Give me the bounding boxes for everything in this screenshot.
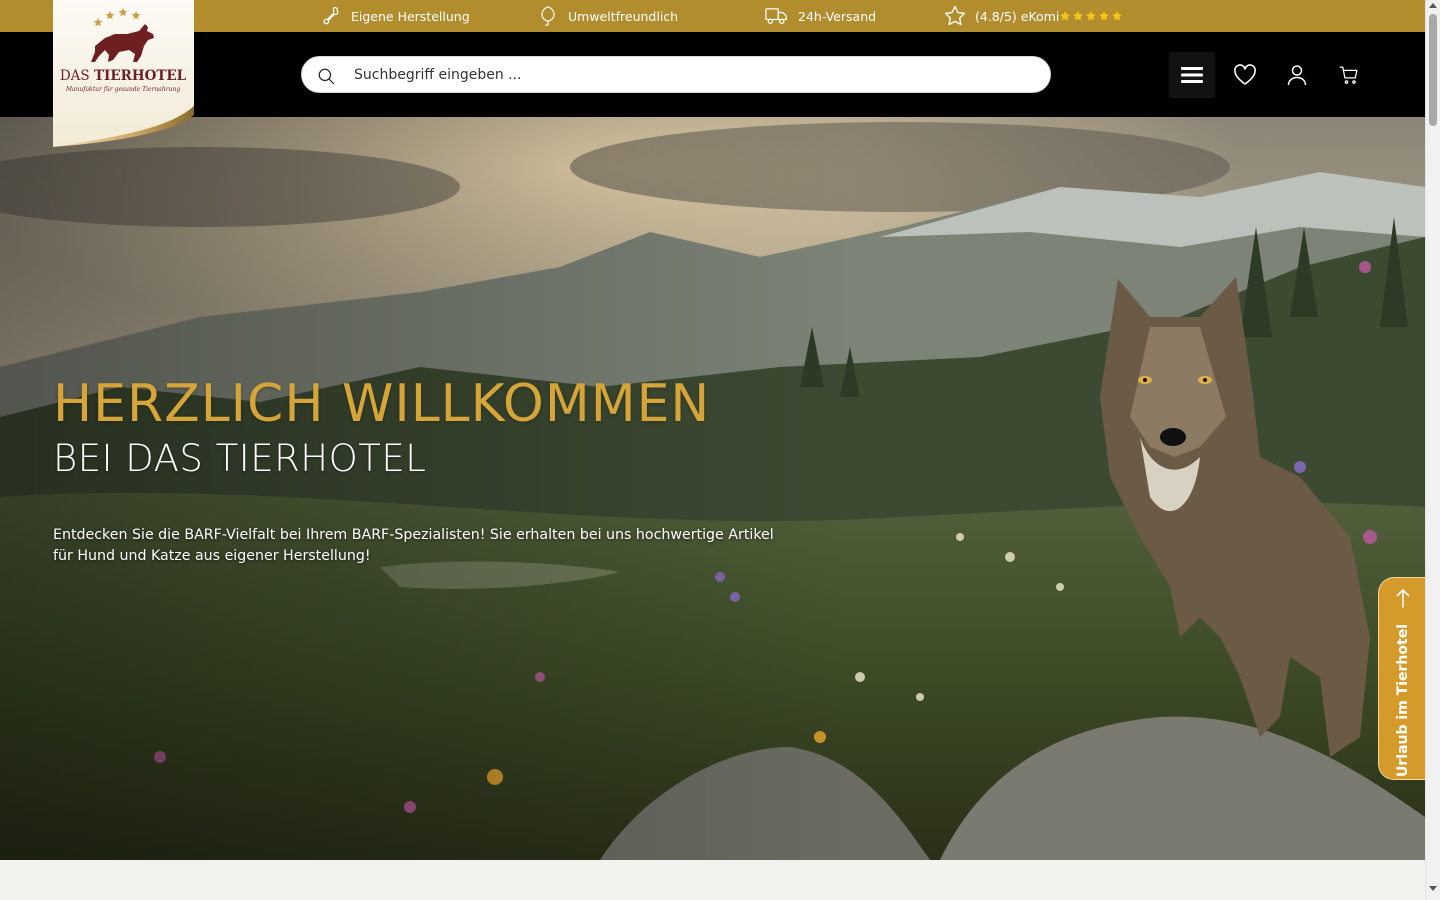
search-icon[interactable] xyxy=(317,67,335,89)
user-icon xyxy=(1287,65,1307,86)
content-section xyxy=(0,860,1425,900)
scroll-down-arrow[interactable] xyxy=(1429,886,1437,891)
account-button[interactable] xyxy=(1274,52,1320,98)
leaf-icon xyxy=(538,5,558,27)
truck-icon xyxy=(765,6,788,26)
hero-banner: HERZLICH WILLKOMMEN BEI DAS TIERHOTEL En… xyxy=(0,117,1425,860)
bone-icon xyxy=(320,6,341,27)
search-bar xyxy=(301,56,1051,93)
usp-shipping-label: 24h-Versand xyxy=(798,8,877,24)
scroll-up-arrow[interactable] xyxy=(1429,3,1437,8)
menu-button[interactable] xyxy=(1169,52,1215,98)
scroll-thumb[interactable] xyxy=(1429,14,1437,126)
urlaub-im-tierhotel-tab[interactable]: Urlaub im Tierhotel xyxy=(1378,577,1425,780)
hero-description: Entdecken Sie die BARF-Vielfalt bei Ihre… xyxy=(53,527,774,564)
star-outline-icon xyxy=(943,4,967,28)
ekomi-rating[interactable]: (4.8/5) eKomi xyxy=(943,0,1123,32)
page: Eigene Herstellung Umweltfreundlich 24h-… xyxy=(0,0,1440,900)
wishlist-button[interactable] xyxy=(1222,52,1268,98)
hero-background-image xyxy=(0,117,1425,860)
scrollbar[interactable] xyxy=(1425,0,1440,900)
hero-title: HERZLICH WILLKOMMEN xyxy=(53,374,711,434)
heart-icon xyxy=(1234,64,1256,85)
usp-manufacturing-label: Eigene Herstellung xyxy=(351,8,470,24)
rating-text: (4.8/5) eKomi xyxy=(975,8,1060,24)
logo[interactable]: DAS TIERHOTEL Manufaktur für gesunde Tie… xyxy=(53,0,194,147)
usp-eco: Umweltfreundlich xyxy=(538,0,678,32)
menu-icon xyxy=(1181,67,1203,83)
cart-icon xyxy=(1339,66,1358,84)
side-tab-label: Urlaub im Tierhotel xyxy=(1394,624,1411,777)
search-input[interactable] xyxy=(354,57,1034,92)
hero-subtitle: BEI DAS TIERHOTEL xyxy=(53,437,427,480)
star-icon xyxy=(1060,11,1071,21)
svg-text:DAS TIERHOTEL: DAS TIERHOTEL xyxy=(60,68,187,84)
site-header xyxy=(0,32,1425,117)
star-icon xyxy=(1112,11,1123,21)
usp-eco-label: Umweltfreundlich xyxy=(568,8,679,24)
star-icon xyxy=(1099,11,1110,21)
rating-stars xyxy=(1059,10,1123,22)
arrow-up-icon xyxy=(1396,588,1410,612)
usp-shipping: 24h-Versand xyxy=(765,0,876,32)
star-icon xyxy=(1073,11,1084,21)
star-icon xyxy=(1086,11,1097,21)
usp-manufacturing: Eigene Herstellung xyxy=(320,0,470,32)
cart-button[interactable] xyxy=(1326,52,1372,98)
usp-bar: Eigene Herstellung Umweltfreundlich 24h-… xyxy=(0,0,1425,32)
svg-text:Manufaktur für gesunde Tiernah: Manufaktur für gesunde Tiernahrung xyxy=(65,86,181,93)
